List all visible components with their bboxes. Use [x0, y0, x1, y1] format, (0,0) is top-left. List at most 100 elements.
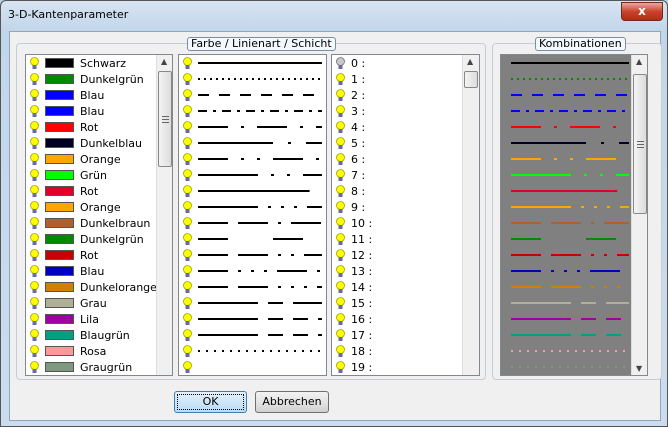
color-list-scrollbar[interactable]: ▲ — [156, 55, 172, 375]
color-item[interactable]: Grün — [26, 167, 107, 183]
lightbulb-on-icon[interactable] — [29, 88, 40, 102]
lightbulb-on-icon[interactable] — [335, 280, 346, 294]
linetype-item[interactable] — [179, 247, 326, 263]
combination-item[interactable] — [501, 55, 633, 71]
lightbulb-on-icon[interactable] — [335, 312, 346, 326]
lightbulb-on-icon[interactable] — [335, 264, 346, 278]
color-item[interactable]: Dunkelblau — [26, 135, 142, 151]
combination-item[interactable] — [501, 231, 633, 247]
layer-list[interactable]: 19 : 18 : 17 : 16 : 15 : 14 : 13 : 12 : 11 : 10 :… — [331, 54, 480, 376]
lightbulb-on-icon[interactable] — [335, 296, 346, 310]
lightbulb-on-icon[interactable] — [335, 184, 346, 198]
lightbulb-on-icon[interactable] — [182, 88, 193, 102]
lightbulb-on-icon[interactable] — [335, 120, 346, 134]
lightbulb-on-icon[interactable] — [29, 360, 40, 374]
lightbulb-on-icon[interactable] — [335, 136, 346, 150]
lightbulb-on-icon[interactable] — [182, 168, 193, 182]
linetype-item[interactable] — [179, 167, 326, 183]
scroll-up-arrow-icon[interactable]: ▲ — [636, 57, 642, 66]
lightbulb-on-icon[interactable] — [182, 104, 193, 118]
scroll-down-arrow-icon[interactable]: ▼ — [636, 364, 642, 373]
lightbulb-on-icon[interactable] — [335, 168, 346, 182]
color-item[interactable]: Dunkelgrün — [26, 71, 144, 87]
color-item[interactable]: Dunkelorange — [26, 279, 157, 295]
linetype-item[interactable] — [179, 151, 326, 167]
combination-item[interactable] — [501, 279, 633, 295]
color-item[interactable]: Dunkelgrün — [26, 231, 144, 247]
layer-item[interactable]: 8 : — [332, 183, 365, 199]
lightbulb-on-icon[interactable] — [335, 232, 346, 246]
layer-list-scrollbar[interactable]: ▲ — [462, 55, 479, 375]
combination-item[interactable] — [501, 295, 633, 311]
linetype-item[interactable] — [179, 311, 326, 327]
combination-item[interactable] — [501, 343, 633, 359]
lightbulb-on-icon[interactable] — [335, 344, 346, 358]
lightbulb-on-icon[interactable] — [29, 232, 40, 246]
layer-item[interactable]: 19 : — [332, 359, 372, 375]
linetype-item[interactable] — [179, 119, 326, 135]
color-item[interactable]: Blau — [26, 103, 104, 119]
layer-item[interactable]: 10 : — [332, 215, 372, 231]
lightbulb-on-icon[interactable] — [29, 296, 40, 310]
linetype-item[interactable] — [179, 103, 326, 119]
linetype-item[interactable] — [179, 87, 326, 103]
lightbulb-on-icon[interactable] — [182, 152, 193, 166]
combination-item[interactable] — [501, 71, 633, 87]
lightbulb-on-icon[interactable] — [335, 360, 346, 374]
combination-item[interactable] — [501, 247, 633, 263]
linetype-item[interactable] — [179, 327, 326, 343]
linetype-item[interactable] — [179, 71, 326, 87]
scroll-thumb[interactable] — [158, 71, 172, 167]
lightbulb-on-icon[interactable] — [182, 280, 193, 294]
combination-item[interactable] — [501, 359, 633, 375]
lightbulb-on-icon[interactable] — [182, 360, 193, 374]
lightbulb-on-icon[interactable] — [29, 344, 40, 358]
layer-item[interactable]: 13 : — [332, 263, 372, 279]
lightbulb-on-icon[interactable] — [335, 88, 346, 102]
lightbulb-on-icon[interactable] — [182, 344, 193, 358]
close-button[interactable]: x — [621, 2, 663, 21]
lightbulb-on-icon[interactable] — [29, 264, 40, 278]
layer-item[interactable]: 14 : — [332, 279, 372, 295]
lightbulb-on-icon[interactable] — [335, 248, 346, 262]
layer-item[interactable]: 6 : — [332, 151, 365, 167]
layer-item[interactable]: 11 : — [332, 231, 372, 247]
color-list[interactable]: Graugrün Rosa Blaugrün Lila Grau Dunkelorange… — [25, 54, 173, 376]
lightbulb-on-icon[interactable] — [182, 264, 193, 278]
lightbulb-on-icon[interactable] — [335, 152, 346, 166]
lightbulb-on-icon[interactable] — [182, 232, 193, 246]
color-item[interactable]: Blaugrün — [26, 327, 130, 343]
combination-item[interactable] — [501, 103, 633, 119]
color-item[interactable]: Rot — [26, 119, 98, 135]
scroll-up-arrow-icon[interactable]: ▲ — [467, 57, 473, 66]
lightbulb-on-icon[interactable] — [182, 56, 193, 70]
color-item[interactable]: Rosa — [26, 343, 106, 359]
lightbulb-on-icon[interactable] — [29, 168, 40, 182]
lightbulb-on-icon[interactable] — [29, 328, 40, 342]
color-item[interactable]: Orange — [26, 199, 121, 215]
color-item[interactable]: Dunkelbraun — [26, 215, 150, 231]
layer-item[interactable]: 12 : — [332, 247, 372, 263]
color-item[interactable]: Rot — [26, 183, 98, 199]
linetype-item[interactable] — [179, 135, 326, 151]
linetype-item[interactable] — [179, 263, 326, 279]
layer-item[interactable]: 4 : — [332, 119, 365, 135]
ok-button[interactable]: OK — [174, 391, 247, 413]
lightbulb-on-icon[interactable] — [29, 248, 40, 262]
lightbulb-on-icon[interactable] — [29, 216, 40, 230]
lightbulb-on-icon[interactable] — [335, 72, 346, 86]
lightbulb-on-icon[interactable] — [335, 328, 346, 342]
combination-item[interactable] — [501, 327, 633, 343]
linetype-item[interactable] — [179, 183, 326, 199]
color-item[interactable]: Schwarz — [26, 55, 126, 71]
lightbulb-on-icon[interactable] — [182, 200, 193, 214]
lightbulb-on-icon[interactable] — [29, 312, 40, 326]
color-item[interactable]: Lila — [26, 311, 99, 327]
layer-item[interactable]: 9 : — [332, 199, 365, 215]
color-item[interactable]: Blau — [26, 87, 104, 103]
combination-item[interactable] — [501, 135, 633, 151]
layer-item[interactable]: 17 : — [332, 327, 372, 343]
lightbulb-on-icon[interactable] — [182, 312, 193, 326]
lightbulb-on-icon[interactable] — [29, 280, 40, 294]
color-item[interactable]: Orange — [26, 151, 121, 167]
